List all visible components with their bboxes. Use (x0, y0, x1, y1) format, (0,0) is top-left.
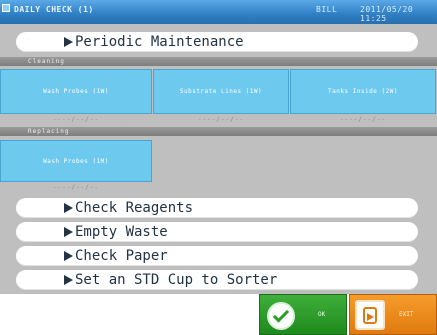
menu-label: Empty Waste (75, 224, 168, 240)
tile-substrate-lines[interactable]: Substrate Lines (1W) (153, 69, 289, 114)
arrow-right-icon (64, 37, 73, 47)
status-label: BILL (316, 5, 338, 14)
arrow-right-icon (64, 203, 73, 213)
date-time: 2011/05/20 11:25 (360, 5, 414, 23)
arrow-right-icon (64, 251, 73, 261)
exit-label: EXIT (399, 311, 414, 318)
exit-door-icon (355, 300, 385, 330)
menu-label: Check Paper (75, 248, 168, 264)
tile-wash-probes-1w[interactable]: Wash Probes (1W) (0, 69, 152, 114)
arrow-right-icon (64, 227, 73, 237)
tile-label: Wash Probes (1M) (43, 157, 109, 165)
footer-area (0, 294, 259, 335)
exit-button[interactable]: EXIT (349, 294, 437, 335)
last-done-date: ----/--/-- (339, 116, 387, 123)
app-icon (2, 4, 10, 12)
tile-label: Substrate Lines (1W) (179, 88, 263, 95)
section-title: Replacing (28, 128, 70, 135)
menu-empty-waste[interactable]: Empty Waste (16, 222, 418, 242)
arrow-right-icon (64, 275, 73, 285)
tile-tanks-inside[interactable]: Tanks Inside (2W) (290, 69, 436, 114)
menu-set-std-cup[interactable]: Set an STD Cup to Sorter (16, 270, 418, 290)
menu-periodic-maintenance[interactable]: Periodic Maintenance (16, 32, 418, 52)
replacing-section-header: Replacing (0, 127, 437, 136)
menu-label: Periodic Maintenance (75, 34, 244, 50)
last-done-date: ----/--/-- (52, 184, 100, 191)
menu-check-paper[interactable]: Check Paper (16, 246, 418, 266)
last-done-date: ----/--/-- (197, 116, 245, 123)
tile-label: Wash Probes (1W) (43, 88, 109, 95)
menu-label: Set an STD Cup to Sorter (75, 272, 278, 288)
tile-wash-probes-1m[interactable]: Wash Probes (1M) (0, 140, 152, 182)
title-bar: DAILY CHECK (1) BILL 2011/05/20 11:25 (0, 0, 437, 24)
menu-label: Check Reagents (75, 200, 194, 216)
window-title: DAILY CHECK (1) (14, 5, 94, 14)
cleaning-section-header: Cleaning (0, 57, 437, 66)
ok-label: OK (318, 311, 326, 318)
section-title: Cleaning (28, 58, 65, 65)
checkmark-icon (267, 302, 295, 330)
last-done-date: ----/--/-- (52, 116, 100, 123)
tile-label: Tanks Inside (2W) (328, 88, 398, 95)
ok-button[interactable]: OK (259, 294, 347, 335)
main-panel: Periodic Maintenance Cleaning Wash Probe… (0, 24, 437, 294)
menu-check-reagents[interactable]: Check Reagents (16, 198, 418, 218)
